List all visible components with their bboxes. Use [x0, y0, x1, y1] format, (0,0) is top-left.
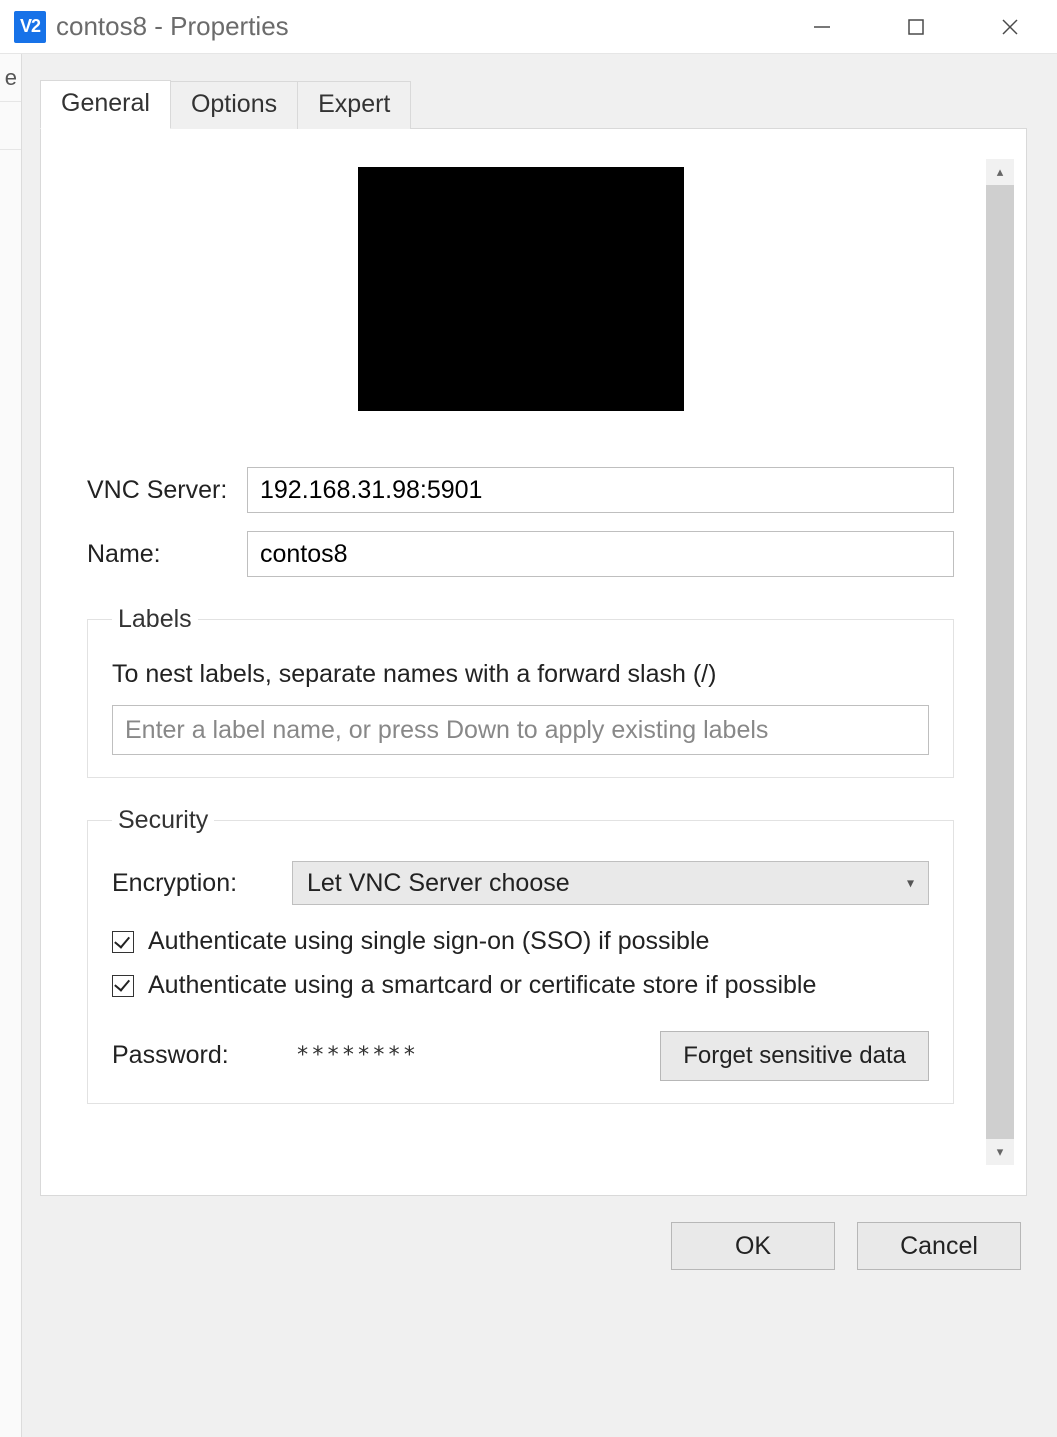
- security-group: Security Encryption: Let VNC Server choo…: [87, 806, 954, 1104]
- name-input[interactable]: [247, 531, 954, 577]
- vnc-server-row: VNC Server:: [87, 467, 954, 513]
- dialog-footer: OK Cancel: [40, 1196, 1027, 1280]
- chevron-down-icon: ▾: [907, 875, 914, 892]
- background-cell: e: [0, 54, 21, 102]
- properties-dialog: General Options Expert VNC Server: Name:…: [22, 54, 1057, 1437]
- smartcard-checkbox[interactable]: [112, 975, 134, 997]
- app-icon: V2: [14, 11, 46, 43]
- window-controls: [775, 0, 1057, 54]
- password-value: ********: [296, 1043, 418, 1068]
- scroll-thumb[interactable]: [986, 185, 1014, 1139]
- background-window-sliver: e: [0, 54, 22, 1437]
- vertical-scrollbar[interactable]: ▴ ▾: [986, 159, 1014, 1165]
- encryption-select[interactable]: Let VNC Server choose ▾: [292, 861, 929, 905]
- scroll-down-arrow-icon[interactable]: ▾: [986, 1139, 1014, 1165]
- security-legend: Security: [112, 806, 214, 835]
- tab-panel-content: VNC Server: Name: Labels To nest labels,…: [53, 159, 978, 1165]
- scroll-up-arrow-icon[interactable]: ▴: [986, 159, 1014, 185]
- password-label: Password:: [112, 1041, 292, 1070]
- tab-options[interactable]: Options: [171, 81, 298, 129]
- maximize-button[interactable]: [869, 0, 963, 54]
- minimize-button[interactable]: [775, 0, 869, 54]
- labels-legend: Labels: [112, 605, 198, 634]
- sso-checkbox-row[interactable]: Authenticate using single sign-on (SSO) …: [112, 925, 929, 959]
- name-row: Name:: [87, 531, 954, 577]
- smartcard-checkbox-row[interactable]: Authenticate using a smartcard or certif…: [112, 969, 929, 1003]
- tab-panel-general: VNC Server: Name: Labels To nest labels,…: [40, 128, 1027, 1196]
- encryption-row: Encryption: Let VNC Server choose ▾: [112, 861, 929, 905]
- sso-checkbox-label: Authenticate using single sign-on (SSO) …: [148, 925, 709, 959]
- window-title: contos8 - Properties: [56, 11, 289, 42]
- titlebar: V2 contos8 - Properties: [0, 0, 1057, 54]
- labels-hint: To nest labels, separate names with a fo…: [112, 660, 929, 689]
- connection-preview-thumbnail: [358, 167, 684, 411]
- labels-group: Labels To nest labels, separate names wi…: [87, 605, 954, 778]
- background-cell: [0, 102, 21, 150]
- smartcard-checkbox-label: Authenticate using a smartcard or certif…: [148, 969, 816, 1003]
- password-row: Password: ******** Forget sensitive data: [112, 1031, 929, 1081]
- forget-sensitive-data-button[interactable]: Forget sensitive data: [660, 1031, 929, 1081]
- labels-input[interactable]: [112, 705, 929, 755]
- name-label: Name:: [87, 540, 247, 569]
- vnc-server-input[interactable]: [247, 467, 954, 513]
- vnc-server-label: VNC Server:: [87, 476, 247, 505]
- tabstrip: General Options Expert: [40, 78, 1027, 128]
- encryption-value: Let VNC Server choose: [307, 869, 570, 898]
- cancel-button[interactable]: Cancel: [857, 1222, 1021, 1270]
- ok-button[interactable]: OK: [671, 1222, 835, 1270]
- encryption-label: Encryption:: [112, 869, 292, 898]
- close-button[interactable]: [963, 0, 1057, 54]
- tab-general[interactable]: General: [40, 80, 171, 129]
- sso-checkbox[interactable]: [112, 931, 134, 953]
- tab-expert[interactable]: Expert: [298, 81, 411, 129]
